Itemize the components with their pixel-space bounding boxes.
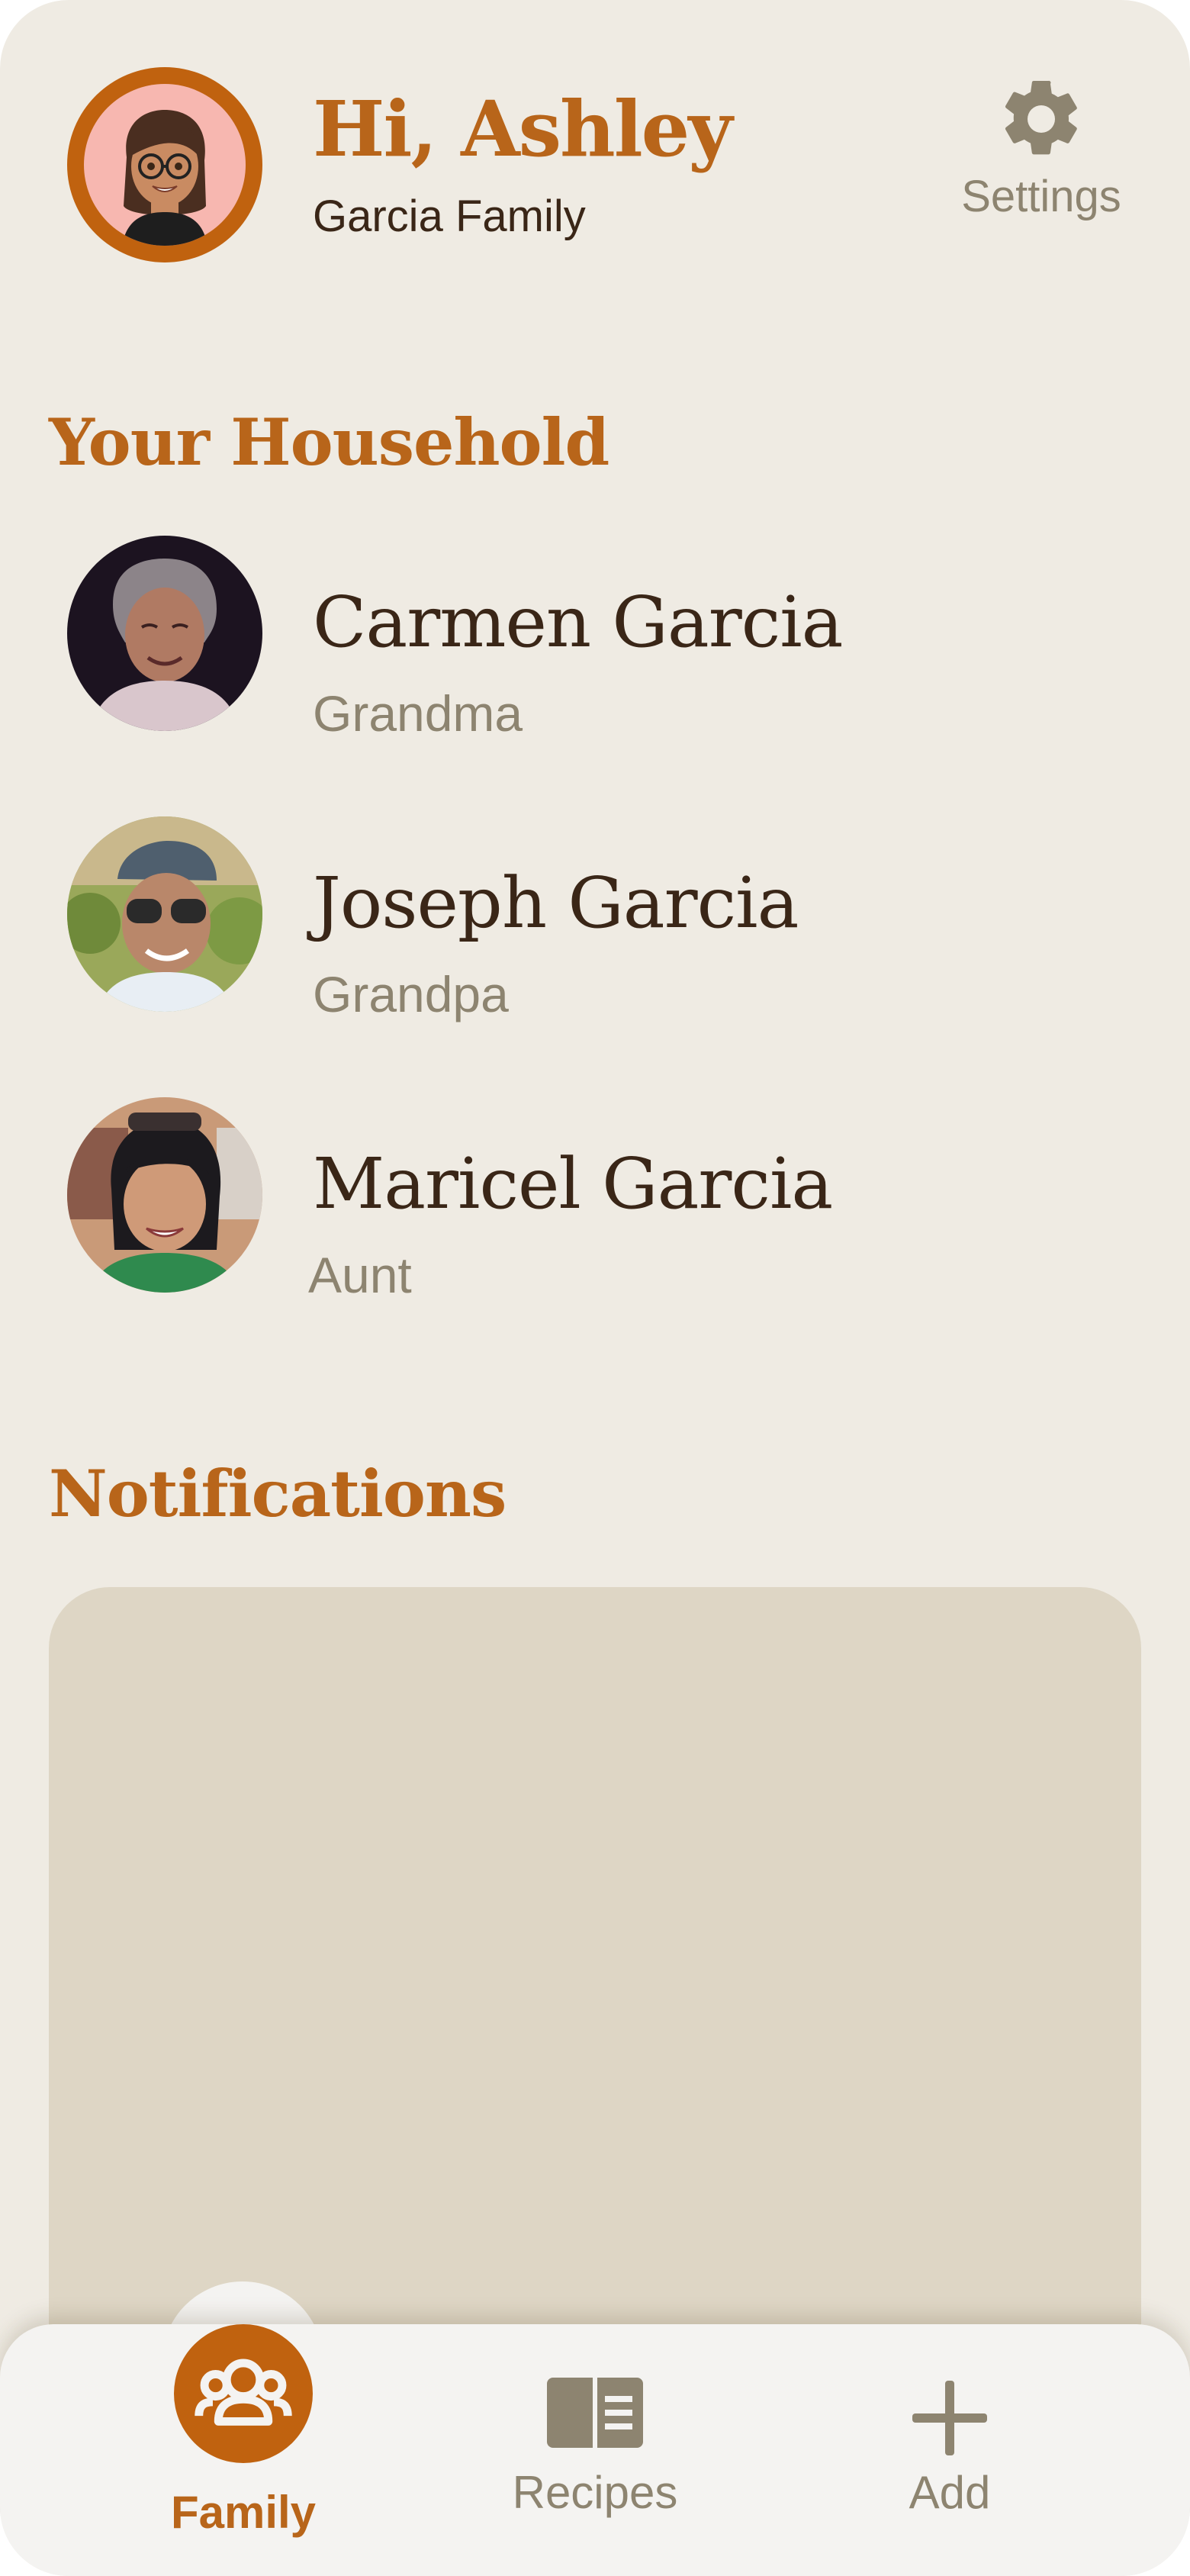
family-icon: [195, 2359, 292, 2426]
member-photo: [67, 1097, 262, 1293]
user-avatar[interactable]: [67, 67, 262, 262]
notifications-section-title: Notifications: [49, 1456, 507, 1531]
member-name: Maricel Garcia: [313, 1143, 833, 1225]
greeting-title: Hi, Ashley: [313, 84, 732, 174]
member-name: Carmen Garcia: [313, 581, 844, 663]
member-relation: Aunt: [308, 1247, 412, 1303]
tab-recipes-label: Recipes: [512, 2467, 678, 2518]
tab-add-label: Add: [909, 2467, 991, 2518]
tab-recipes[interactable]: Recipes: [488, 2376, 702, 2519]
household-member-carmen[interactable]: Carmen Garcia Grandma: [67, 536, 1059, 742]
tab-add[interactable]: Add: [847, 2376, 1053, 2519]
recipe-book-icon: [547, 2378, 643, 2448]
member-photo: [67, 816, 262, 1012]
tab-family-label: Family: [170, 2487, 317, 2538]
household-member-joseph[interactable]: Joseph Garcia Grandpa: [67, 816, 1059, 1022]
member-relation: Grandpa: [313, 966, 509, 1022]
plus-icon: [912, 2381, 987, 2455]
tab-family-label-wrap[interactable]: Family: [134, 2486, 352, 2539]
member-relation: Grandma: [313, 685, 523, 742]
household-section-title: Your Household: [49, 404, 609, 480]
family-name-subtitle: Garcia Family: [313, 192, 586, 241]
settings-button[interactable]: Settings: [938, 73, 1144, 241]
memoji-avatar-image: [84, 84, 246, 246]
settings-label: Settings: [961, 172, 1121, 221]
member-name: Joseph Garcia: [313, 862, 799, 944]
app-screen: Hi, Ashley Garcia Family Settings Your H…: [0, 0, 1190, 2576]
household-member-maricel[interactable]: Maricel Garcia Aunt: [67, 1097, 1059, 1303]
member-photo: [67, 536, 262, 731]
gear-icon: [1005, 80, 1077, 155]
tab-family[interactable]: [174, 2324, 313, 2463]
